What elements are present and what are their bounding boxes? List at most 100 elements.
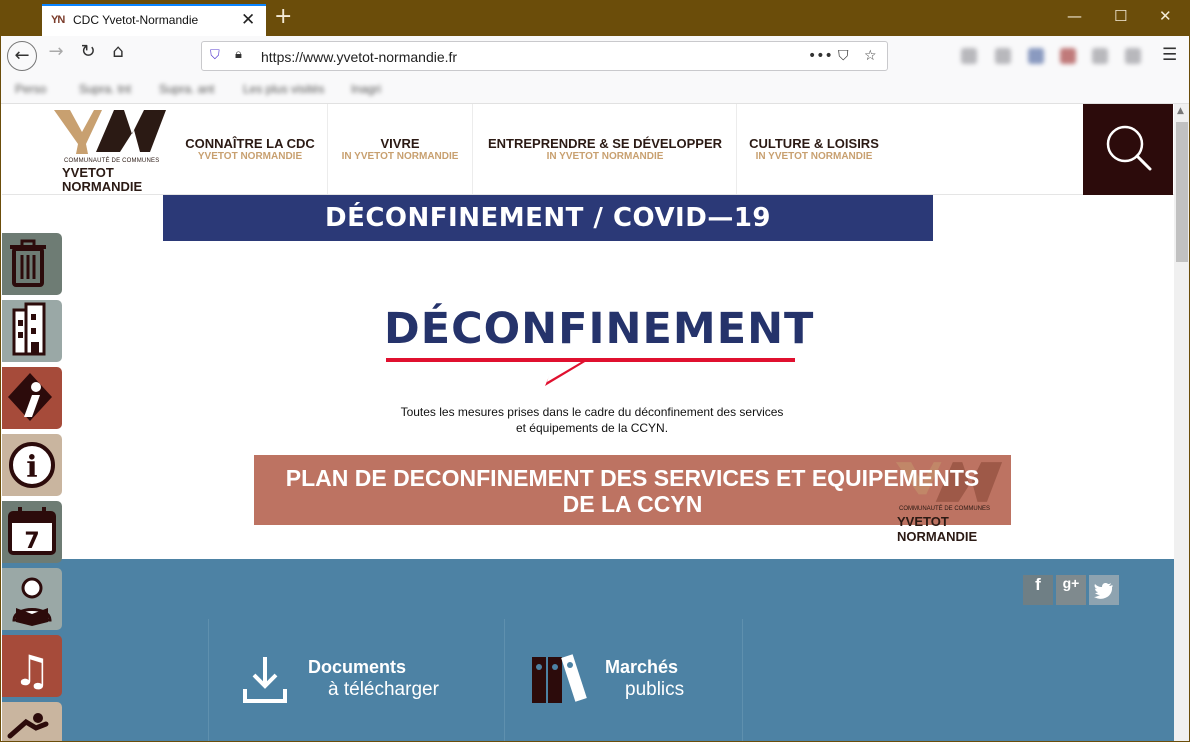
bookmark-item[interactable]: Supra. ant [159, 82, 214, 96]
swimmer-icon [7, 713, 49, 739]
music-icon: ♫ [13, 646, 51, 695]
logo-line-2: NORMANDIE [62, 179, 143, 194]
sidebar-pool[interactable] [2, 702, 62, 741]
extension-icon[interactable] [1028, 48, 1044, 64]
deconfinement-title: DÉCONFINEMENT [384, 304, 815, 354]
quick-links-section: f g+ Documents à télécharger Marchés pub… [2, 559, 1174, 741]
nav-entreprendre[interactable]: ENTREPRENDRE & SE DÉVELOPPER IN YVETOT N… [473, 104, 737, 194]
bookmark-item[interactable]: Perso [15, 82, 46, 96]
svg-text:i: i [26, 450, 37, 485]
new-tab-icon[interactable]: + [274, 4, 292, 29]
trash-icon [10, 239, 46, 287]
url-bar[interactable]: ⛉ 🔒︎ https://www.yvetot-normandie.fr •••… [201, 41, 888, 71]
column-divider [504, 619, 505, 741]
search-button[interactable] [1083, 104, 1173, 195]
extension-icon[interactable] [961, 48, 977, 64]
nav-vivre[interactable]: VIVRE IN YVETOT NORMANDIE [328, 104, 472, 194]
maximize-icon[interactable]: ☐ [1114, 7, 1127, 25]
logo-line-1: YVETOT [62, 165, 114, 180]
nav-main-label: VIVRE [380, 136, 420, 151]
nav-connaitre[interactable]: CONNAÎTRE LA CDC YVETOT NORMANDIE [174, 104, 326, 194]
minimize-icon[interactable]: — [1067, 7, 1082, 25]
tab-title: CDC Yvetot-Normandie [73, 13, 199, 27]
scrollbar-thumb[interactable] [1176, 122, 1188, 262]
nav-sub-label: YVETOT NORMANDIE [197, 151, 303, 162]
web-page: COMMUNAUTÉ DE COMMUNES YVETOT NORMANDIE … [2, 104, 1174, 741]
documents-link-title[interactable]: Documents [308, 657, 406, 678]
info-icon: i [9, 442, 55, 488]
sidebar-library[interactable] [2, 568, 62, 630]
reload-icon[interactable]: ↻ [73, 41, 103, 71]
bookmark-item[interactable]: Les plus visités [243, 82, 324, 96]
description-line-2: et équipements de la CCYN. [515, 421, 669, 435]
plan-logo-line-1: YVETOT [897, 514, 949, 529]
yn-logo-icon [54, 110, 166, 154]
scroll-up-icon[interactable]: ▲ [1177, 106, 1184, 116]
menu-icon[interactable]: ☰ [1162, 45, 1177, 65]
sidebar-tourism[interactable] [2, 367, 62, 429]
site-logo[interactable]: COMMUNAUTÉ DE COMMUNES YVETOT NORMANDIE [52, 108, 170, 194]
column-divider [208, 619, 209, 741]
calendar-icon: 7 [8, 507, 56, 555]
extension-icon[interactable] [1092, 48, 1108, 64]
download-icon[interactable] [242, 655, 288, 705]
facebook-icon[interactable]: f [1023, 575, 1053, 605]
bookmark-star-icon[interactable]: ☆ [864, 48, 877, 64]
bookmarks-bar: Perso Supra. tnt Supra. ant Les plus vis… [1, 76, 1189, 104]
twitter-icon[interactable] [1089, 575, 1119, 605]
svg-text:7: 7 [24, 529, 39, 554]
nav-culture[interactable]: CULTURE & LOISIRS IN YVETOT NORMANDIE [737, 104, 891, 194]
bookmark-item[interactable]: Inagri [351, 82, 381, 96]
url-text[interactable]: https://www.yvetot-normandie.fr [261, 49, 457, 65]
sidebar-info[interactable]: i [2, 434, 62, 496]
nav-main-label: ENTREPRENDRE & SE DÉVELOPPER [487, 136, 723, 151]
close-window-icon[interactable]: ✕ [1159, 7, 1172, 25]
sidebar-waste[interactable] [2, 233, 62, 295]
nav-main-label: CULTURE & LOISIRS [749, 136, 879, 151]
deconfinement-description: Toutes les mesures prises dans le cadre … [362, 404, 822, 436]
speech-bubble-underline [386, 358, 795, 386]
extension-icon[interactable] [1060, 48, 1076, 64]
browser-tab[interactable]: YN CDC Yvetot-Normandie ✕ [42, 4, 266, 36]
nav-main-label: CONNAÎTRE LA CDC [185, 136, 315, 151]
marches-link-title[interactable]: Marchés [605, 657, 678, 678]
covid-banner[interactable]: DÉCONFINEMENT / COVID—19 [163, 195, 933, 241]
nav-sub-label: IN YVETOT NORMANDIE [546, 151, 664, 162]
plan-logo-line-2: NORMANDIE [897, 529, 978, 544]
nav-sub-label: IN YVETOT NORMANDIE [341, 151, 459, 162]
reader-icon [12, 577, 52, 626]
site-header: COMMUNAUTÉ DE COMMUNES YVETOT NORMANDIE … [2, 104, 1174, 195]
sidebar-building[interactable] [2, 300, 62, 362]
google-plus-icon[interactable]: g+ [1056, 575, 1086, 605]
documents-link-sub[interactable]: à télécharger [328, 679, 439, 701]
forward-icon[interactable]: → [41, 41, 71, 71]
plan-logo-subtitle: COMMUNAUTÉ DE COMMUNES [899, 506, 990, 512]
twitter-bird-icon [1094, 583, 1113, 599]
page-scrollbar[interactable]: ▲ [1174, 104, 1189, 741]
extension-icon[interactable] [1125, 48, 1141, 64]
browser-window: YN CDC Yvetot-Normandie ✕ + — ☐ ✕ ← → ↻ … [0, 0, 1190, 742]
tourism-icon [8, 373, 52, 421]
back-icon[interactable]: ← [7, 41, 37, 71]
plan-title: PLAN DE DECONFINEMENT DES SERVICES ET EQ… [254, 465, 1011, 517]
logo-subtitle: COMMUNAUTÉ DE COMMUNES [64, 158, 160, 164]
site-favicon-icon: YN [51, 14, 65, 26]
building-icon [12, 302, 46, 356]
marches-link-sub[interactable]: publics [625, 679, 684, 701]
tracking-shield-icon[interactable]: ⛉ [210, 48, 220, 63]
tab-close-icon[interactable]: ✕ [241, 10, 255, 30]
sidebar-music[interactable]: ♫ [2, 635, 62, 697]
sidebar-calendar[interactable]: 7 [2, 501, 62, 563]
binders-icon[interactable] [530, 651, 594, 707]
svg-text:♫: ♫ [13, 646, 51, 695]
lock-icon[interactable]: 🔒︎ [235, 47, 242, 62]
extension-icon[interactable] [995, 48, 1011, 64]
column-divider [742, 619, 743, 741]
pocket-icon[interactable]: ⛉ [838, 48, 849, 64]
search-icon [1106, 125, 1152, 171]
home-icon[interactable]: ⌂ [103, 41, 133, 71]
navigation-toolbar: ← → ↻ ⌂ ⛉ 🔒︎ https://www.yvetot-normandi… [1, 36, 1189, 76]
description-line-1: Toutes les mesures prises dans le cadre … [400, 405, 784, 419]
page-actions-icon[interactable]: ••• [808, 48, 833, 64]
bookmark-item[interactable]: Supra. tnt [79, 82, 131, 96]
